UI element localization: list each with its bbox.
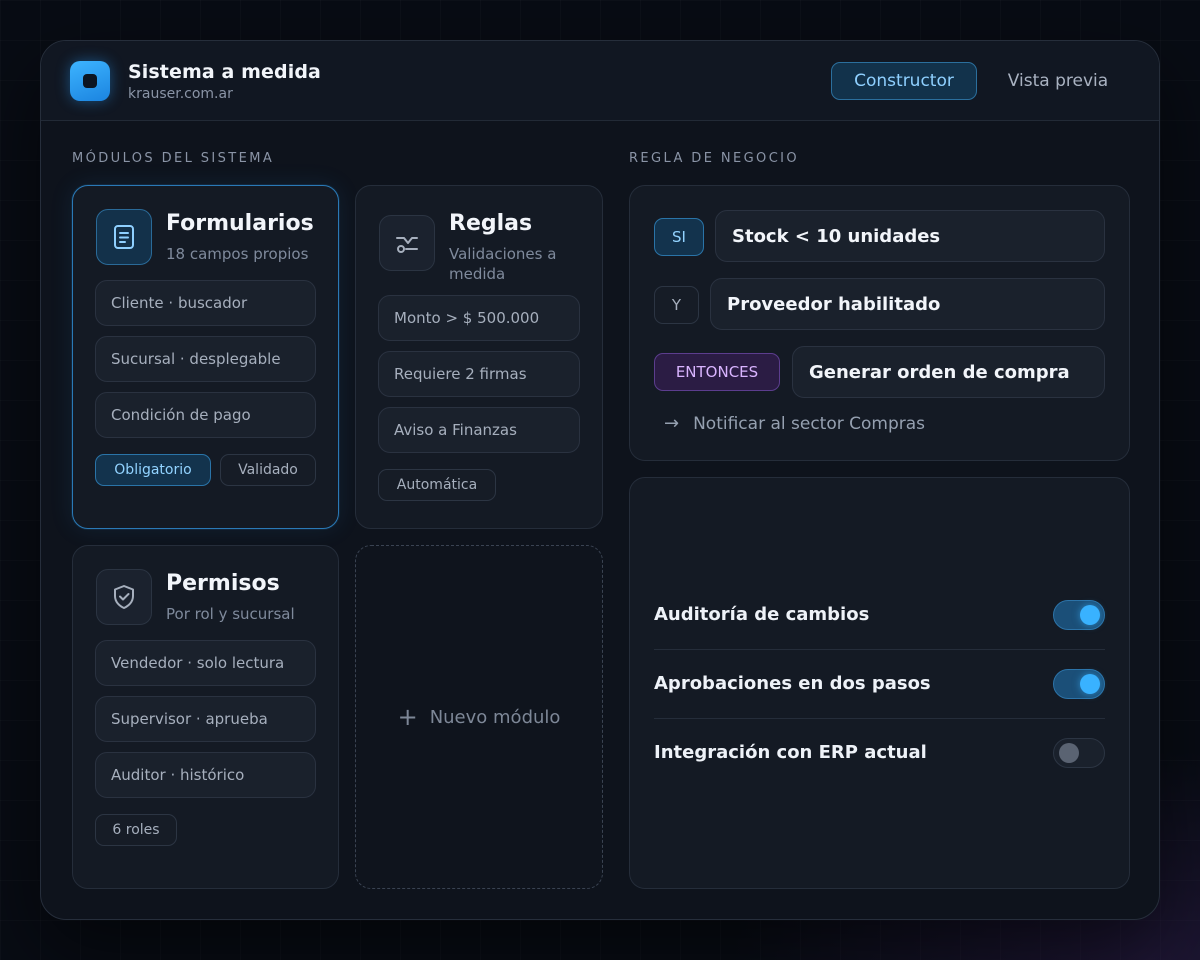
app-domain: krauser.com.ar: [128, 86, 233, 102]
arrow-right-icon: →: [664, 413, 680, 434]
toggle-knob: [1059, 742, 1079, 763]
business-rule-card: SI Stock < 10 unidades Y Proveedor habil…: [629, 185, 1130, 461]
condition-and-field[interactable]: Proveedor habilitado: [710, 278, 1105, 330]
toggle-aprobaciones[interactable]: [1053, 668, 1105, 699]
app-header: Sistema a medida krauser.com.ar Construc…: [41, 41, 1159, 121]
app-window: Sistema a medida krauser.com.ar Construc…: [40, 40, 1160, 920]
action-extra-label: Notificar al sector Compras: [693, 413, 926, 434]
document-icon: [96, 209, 152, 265]
setting-row-auditoria: Auditoría de cambios: [654, 580, 1105, 649]
setting-row-aprobaciones: Aprobaciones en dos pasos: [654, 649, 1105, 718]
toggle-auditoria[interactable]: [1053, 599, 1105, 630]
condition-if-badge: SI: [654, 218, 704, 256]
role-item[interactable]: Vendedor · solo lectura: [95, 640, 316, 686]
plus-icon: +: [397, 703, 418, 731]
condition-if-field[interactable]: Stock < 10 unidades: [715, 210, 1105, 262]
tag-obligatorio[interactable]: Obligatorio: [95, 454, 211, 486]
field-item[interactable]: Condición de pago: [95, 392, 316, 438]
new-module-label: Nuevo módulo: [429, 706, 561, 728]
role-item[interactable]: Auditor · histórico: [95, 752, 316, 798]
field-item[interactable]: Sucursal · desplegable: [95, 336, 316, 382]
rule-section-label: REGLA DE NEGOCIO: [629, 151, 800, 166]
tag-validado[interactable]: Validado: [220, 454, 316, 486]
module-card-formularios[interactable]: Formularios 18 campos propios Cliente · …: [72, 185, 339, 529]
module-subtitle: Por rol y sucursal: [166, 605, 295, 623]
setting-row-erp: Integración con ERP actual: [654, 718, 1105, 787]
branch-icon: [379, 215, 435, 271]
modules-section-label: MÓDULOS DEL SISTEMA: [72, 151, 275, 166]
app-title: Sistema a medida: [128, 61, 321, 83]
action-extra[interactable]: → Notificar al sector Compras: [664, 413, 925, 434]
module-card-reglas[interactable]: Reglas Validaciones a medida Monto > $ 5…: [355, 185, 603, 529]
module-subtitle: Validaciones a medida: [449, 245, 557, 283]
tag-automatica[interactable]: Automática: [378, 469, 496, 501]
rule-item[interactable]: Requiere 2 firmas: [378, 351, 580, 397]
setting-label: Integración con ERP actual: [654, 742, 927, 763]
condition-and-badge: Y: [654, 286, 699, 324]
toggle-erp[interactable]: [1053, 737, 1105, 768]
rule-item[interactable]: Aviso a Finanzas: [378, 407, 580, 453]
new-module-button[interactable]: + Nuevo módulo: [355, 545, 603, 889]
app-logo-icon: [70, 61, 110, 101]
action-then-field[interactable]: Generar orden de compra: [792, 346, 1105, 398]
tag-roles-count[interactable]: 6 roles: [95, 814, 177, 846]
role-item[interactable]: Supervisor · aprueba: [95, 696, 316, 742]
settings-card: Auditoría de cambios Aprobaciones en dos…: [629, 477, 1130, 889]
action-then-badge: ENTONCES: [654, 353, 780, 391]
module-title: Reglas: [449, 211, 533, 236]
shield-icon: [96, 569, 152, 625]
module-title: Permisos: [166, 571, 280, 596]
setting-label: Auditoría de cambios: [654, 604, 870, 625]
rule-item[interactable]: Monto > $ 500.000: [378, 295, 580, 341]
module-title: Formularios: [166, 211, 314, 236]
module-subtitle: 18 campos propios: [166, 245, 309, 263]
toggle-knob: [1080, 673, 1100, 694]
setting-label: Aprobaciones en dos pasos: [654, 673, 931, 694]
toggle-knob: [1080, 604, 1100, 625]
tab-preview[interactable]: Vista previa: [991, 62, 1125, 100]
tab-constructor[interactable]: Constructor: [831, 62, 977, 100]
field-item[interactable]: Cliente · buscador: [95, 280, 316, 326]
module-card-permisos[interactable]: Permisos Por rol y sucursal Vendedor · s…: [72, 545, 339, 889]
